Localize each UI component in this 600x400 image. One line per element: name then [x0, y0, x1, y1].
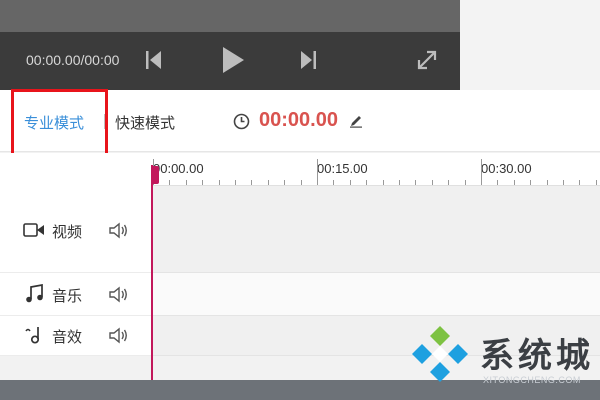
- playback-time: 00:00.00/00:00: [26, 52, 120, 68]
- ruler-tick: [546, 180, 548, 185]
- watermark-logo: [412, 326, 468, 382]
- watermark-text: 系统城: [480, 336, 594, 376]
- skip-next-icon[interactable]: [297, 49, 319, 71]
- music-note-icon: [26, 284, 43, 303]
- ruler-tick: [382, 180, 384, 185]
- track-name-music: 音乐: [52, 287, 83, 305]
- speaker-icon[interactable]: [109, 222, 129, 239]
- video-preview: [0, 0, 460, 32]
- ruler-tick-label: 00:00.00: [153, 161, 204, 176]
- track-lane-video[interactable]: [152, 186, 600, 273]
- ruler-tick: [202, 180, 204, 185]
- ruler-tick: [579, 180, 581, 185]
- track-name-video: 视频: [52, 223, 83, 241]
- track-name-sfx: 音效: [52, 328, 83, 346]
- track-lane-music[interactable]: [152, 273, 600, 316]
- ruler-tick: [366, 180, 368, 185]
- pencil-icon[interactable]: [349, 114, 363, 128]
- skip-previous-icon[interactable]: [143, 49, 165, 71]
- sound-effect-icon: [25, 327, 40, 344]
- ruler-tick: [267, 180, 269, 185]
- speaker-icon[interactable]: [109, 327, 129, 344]
- play-icon[interactable]: [220, 46, 246, 74]
- playhead-line[interactable]: [151, 165, 153, 380]
- ruler-tick-label: 00:15.00: [317, 161, 368, 176]
- fast-mode-tab[interactable]: 快速模式: [115, 112, 175, 133]
- video-camera-icon: [23, 223, 44, 237]
- highlight-annotation: [11, 89, 108, 156]
- ruler-tick: [513, 180, 515, 185]
- speaker-icon[interactable]: [109, 286, 129, 303]
- ruler-tick: [333, 180, 335, 185]
- ruler-tick: [317, 159, 318, 185]
- ruler-spacer: [0, 153, 152, 186]
- ruler-tick: [481, 159, 482, 185]
- ruler-tick: [530, 180, 532, 185]
- total-duration: 00:00.00: [259, 109, 338, 131]
- ruler-tick: [448, 180, 450, 185]
- ruler-tick-label: 00:30.00: [481, 161, 532, 176]
- ruler-tick: [284, 180, 286, 185]
- ruler-tick: [251, 180, 253, 185]
- ruler-tick: [431, 180, 433, 185]
- fullscreen-icon[interactable]: [415, 48, 439, 72]
- timeline-ruler: 00:00.00 00:15.00 00:30.00: [0, 153, 600, 186]
- ruler-tick: [300, 180, 302, 185]
- ruler-tick: [235, 180, 236, 185]
- ruler-tick: [349, 180, 351, 185]
- ruler-tick: [185, 180, 187, 185]
- ruler-tick: [464, 180, 466, 185]
- ruler-tick: [563, 180, 564, 185]
- ruler-tick: [497, 180, 499, 185]
- playhead-handle[interactable]: [151, 166, 159, 184]
- ruler-tick: [218, 180, 220, 185]
- watermark-url: XITONGCHENG.COM: [483, 375, 581, 385]
- ruler-tick: [169, 180, 171, 185]
- clock-icon: [233, 113, 250, 130]
- ruler-tick: [595, 180, 597, 185]
- player-side-panel: [460, 0, 600, 90]
- ruler-tick: [415, 180, 417, 185]
- ruler-tick: [399, 180, 400, 185]
